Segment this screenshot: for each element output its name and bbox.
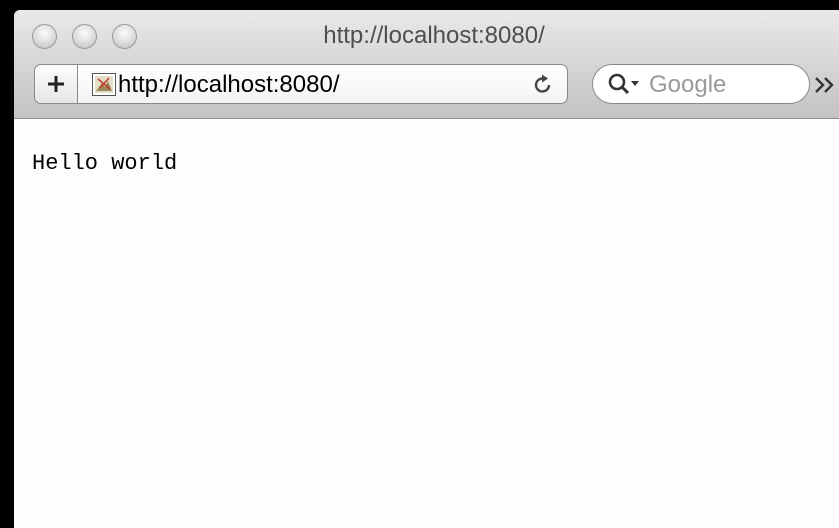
chevron-double-right-icon[interactable] (814, 76, 836, 94)
page-content: Hello world (14, 119, 839, 528)
window-title: http://localhost:8080/ (323, 22, 545, 49)
broken-image-icon (92, 73, 116, 96)
minimize-window-button[interactable] (72, 24, 97, 49)
browser-chrome: http://localhost:8080/ http://localhost:… (14, 10, 839, 119)
search-field[interactable]: Google (592, 64, 810, 104)
search-icon (608, 73, 639, 95)
search-placeholder: Google (649, 71, 727, 98)
browser-window: http://localhost:8080/ http://localhost:… (14, 10, 839, 528)
reload-icon[interactable] (532, 74, 554, 96)
url-text[interactable]: http://localhost:8080/ (118, 71, 339, 99)
title-bar: http://localhost:8080/ (14, 10, 839, 56)
page-body-text: Hello world (32, 151, 178, 176)
address-bar[interactable]: http://localhost:8080/ (78, 64, 568, 104)
close-window-button[interactable] (32, 24, 57, 49)
zoom-window-button[interactable] (112, 24, 137, 49)
add-bookmark-button[interactable] (34, 64, 78, 104)
plus-icon (48, 76, 64, 92)
